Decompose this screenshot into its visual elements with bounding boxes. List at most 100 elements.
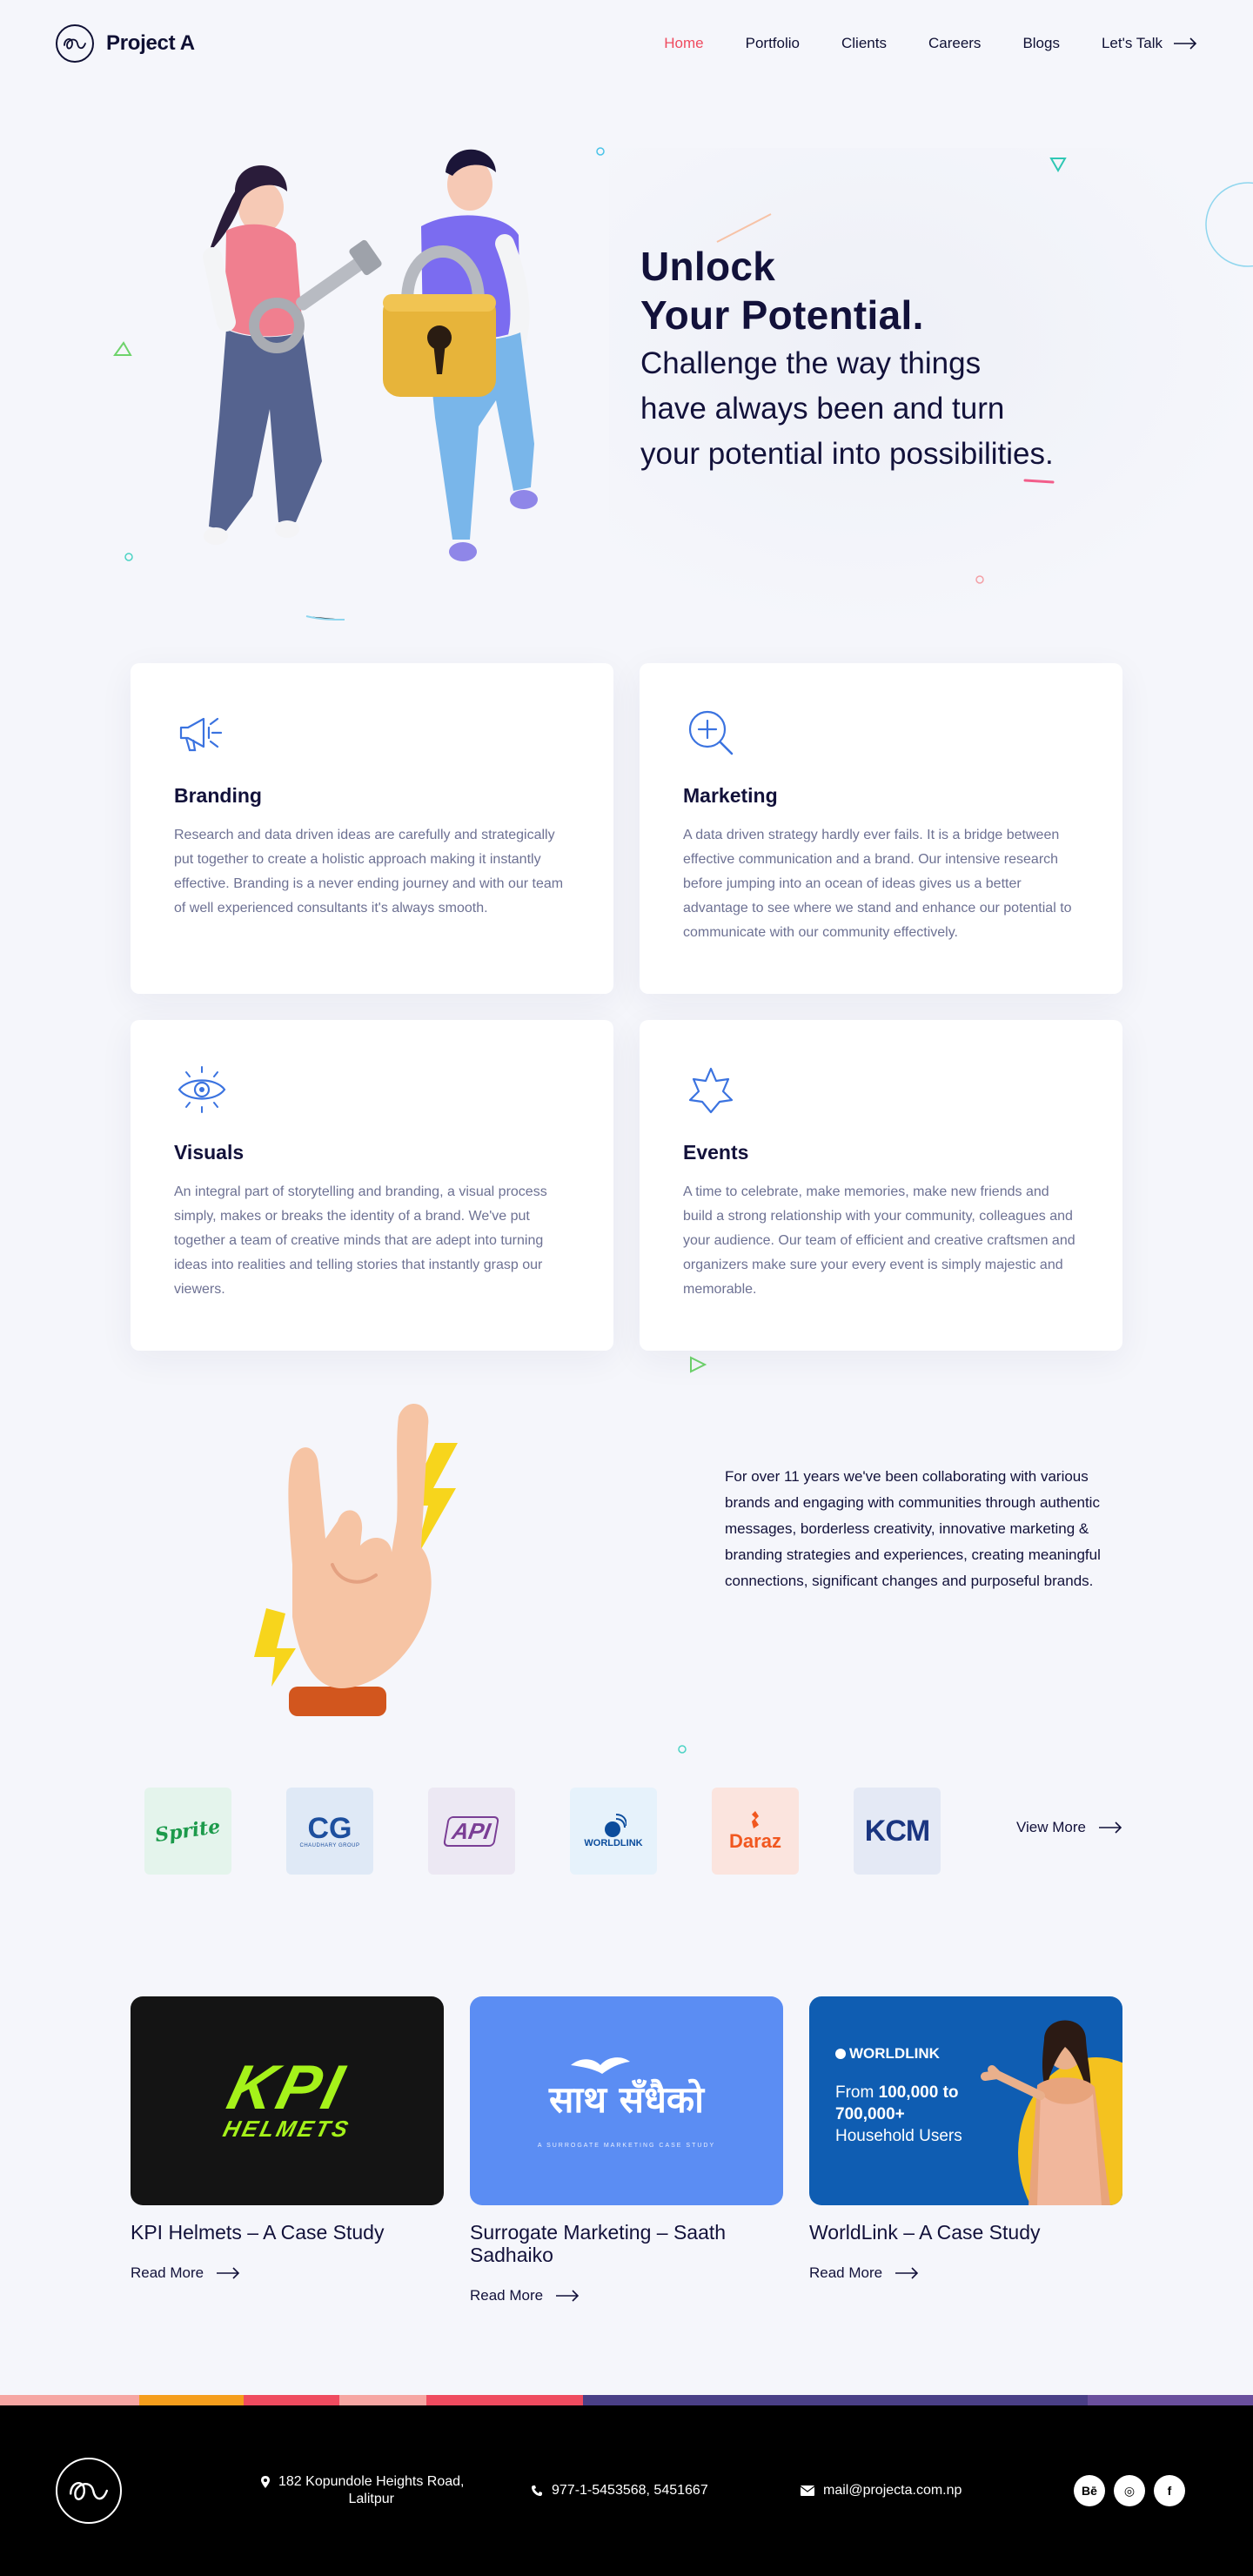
eye-icon [178, 1066, 226, 1113]
client-logo-text: WORLDLINK [584, 1838, 643, 1848]
decor-line-icon [1023, 479, 1055, 484]
facebook-icon[interactable]: f [1154, 2475, 1185, 2506]
promo-line-3: Household Users [835, 2127, 962, 2145]
footer-color-strip [0, 2395, 1253, 2405]
read-more-link[interactable]: Read More [131, 2264, 444, 2282]
decor-triangle-icon [690, 1356, 707, 1373]
behance-icon[interactable]: Bē [1074, 2475, 1105, 2506]
arrow-right-icon [895, 2267, 919, 2279]
main-nav: Home Portfolio Clients Careers Blogs Let… [664, 35, 1197, 52]
case-thumbnail[interactable]: KPI HELMETS [131, 1996, 444, 2205]
decor-line-icon [305, 615, 345, 621]
address-line-1: 182 Kopundole Heights Road, [278, 2474, 465, 2489]
promo-from: From [835, 2083, 874, 2102]
footer-logo-icon[interactable] [56, 2458, 122, 2524]
footer-address: 182 Kopundole Heights Road, Lalitpur [261, 2473, 465, 2508]
decor-triangle-icon [1049, 158, 1067, 173]
hero-title-line-2: Your Potential. [640, 292, 924, 338]
phone-icon [532, 2485, 542, 2496]
client-logo-worldlink[interactable]: WORLDLINK [570, 1788, 657, 1875]
nav-blogs[interactable]: Blogs [1022, 35, 1060, 52]
address-line-2: Lalitpur [348, 2492, 394, 2506]
strip-segment [0, 2395, 139, 2405]
client-logo-daraz[interactable]: Daraz [712, 1788, 799, 1875]
decor-circle-icon [975, 575, 984, 584]
client-logo-cg[interactable]: CG CHAUDHARY GROUP [286, 1788, 373, 1875]
nav-clients[interactable]: Clients [841, 35, 887, 52]
worldlink-dot-icon [835, 2049, 846, 2059]
site-footer: 182 Kopundole Heights Road, Lalitpur 977… [0, 2405, 1253, 2576]
view-more-link[interactable]: View More [1016, 1819, 1122, 1836]
about-text: For over 11 years we've been collaborati… [725, 1468, 1101, 1589]
nav-home[interactable]: Home [664, 35, 703, 52]
worldlink-brand-text: WORLDLINK [849, 2045, 940, 2062]
megaphone-icon [179, 717, 223, 752]
hero-subtitle: Challenge the way things have always bee… [640, 341, 1163, 477]
model-photo [981, 2020, 1110, 2205]
strip-segment [139, 2395, 244, 2405]
decor-triangle-icon [113, 341, 132, 356]
case-study-worldlink[interactable]: WORLDLINK From 100,000 to 700,000+ House… [809, 1996, 1122, 2304]
phone-text: 977-1-5453568, 5451667 [552, 2483, 708, 2498]
client-logo-text: KCM [864, 1814, 930, 1848]
promo-line-1: From 100,000 to [835, 2082, 962, 2103]
promo-from-number: 100,000 to [878, 2083, 959, 2102]
client-logo-text: Daraz [729, 1830, 781, 1852]
client-logo-subtext: CHAUDHARY GROUP [299, 1843, 360, 1848]
arrow-right-icon [556, 2290, 580, 2302]
daraz-bag-icon [752, 1811, 759, 1828]
hero-illustration [203, 149, 538, 561]
decor-ring-icon [1205, 182, 1253, 267]
site-header: Project A Home Portfolio Clients Careers… [0, 0, 1253, 87]
strip-segment [583, 2395, 1088, 2405]
decor-line-icon [716, 213, 772, 243]
case-title[interactable]: Surrogate Marketing – Saath Sadhaiko [470, 2221, 783, 2266]
star-icon [688, 1067, 734, 1114]
case-study-kpi[interactable]: KPI HELMETS KPI Helmets – A Case Study R… [131, 1996, 444, 2304]
lets-talk-label: Let's Talk [1101, 35, 1163, 51]
hero-subtitle-line-3: your potential into possibilities. [640, 437, 1054, 471]
decor-circle-icon [124, 553, 133, 561]
instagram-icon[interactable]: ◎ [1114, 2475, 1145, 2506]
hero-subtitle-line-2: have always been and turn [640, 392, 1005, 426]
read-more-link[interactable]: Read More [809, 2264, 1122, 2282]
case-title[interactable]: WorldLink – A Case Study [809, 2221, 1122, 2244]
case-studies: KPI HELMETS KPI Helmets – A Case Study R… [131, 1996, 1122, 2304]
service-description: A time to celebrate, make memories, make… [683, 1184, 1075, 1297]
case-study-saath-sadhaiko[interactable]: साथ सँधैको A SURROGATE MARKETING CASE ST… [470, 1996, 783, 2304]
case-thumbnail[interactable]: साथ सँधैको A SURROGATE MARKETING CASE ST… [470, 1996, 783, 2205]
address-text: 182 Kopundole Heights Road, Lalitpur [278, 2473, 465, 2508]
social-links: Bē ◎ f [1074, 2475, 1185, 2506]
worldlink-brand: WORLDLINK [835, 2045, 940, 2063]
client-logo-kcm[interactable]: KCM [854, 1788, 941, 1875]
decor-circle-icon [678, 1745, 687, 1754]
hero-subtitle-line-1: Challenge the way things [640, 346, 982, 380]
rock-hand-illustration [254, 1404, 458, 1716]
case-title[interactable]: KPI Helmets – A Case Study [131, 2221, 444, 2244]
arrow-right-icon [217, 2267, 240, 2279]
service-title: Marketing [683, 784, 778, 807]
services-grid: Branding Research and data driven ideas … [131, 663, 1122, 1351]
footer-email[interactable]: mail@projecta.com.np [801, 2482, 962, 2499]
location-pin-icon [261, 2476, 270, 2488]
nav-careers[interactable]: Careers [928, 35, 981, 52]
service-title: Events [683, 1141, 749, 1164]
nav-portfolio[interactable]: Portfolio [746, 35, 800, 52]
client-logo-api[interactable]: API [428, 1788, 515, 1875]
lets-talk-link[interactable]: Let's Talk [1102, 35, 1197, 52]
promo-line-2: 700,000+ [835, 2105, 905, 2123]
read-more-link[interactable]: Read More [470, 2287, 783, 2304]
email-text: mail@projecta.com.np [823, 2483, 962, 2498]
read-more-label: Read More [131, 2264, 204, 2281]
read-more-label: Read More [809, 2264, 883, 2281]
case-thumbnail[interactable]: WORLDLINK From 100,000 to 700,000+ House… [809, 1996, 1122, 2205]
footer-phone[interactable]: 977-1-5453568, 5451667 [531, 2482, 708, 2499]
read-more-label: Read More [470, 2287, 544, 2304]
clients-row: Sprite CG CHAUDHARY GROUP API WORLDLINK … [144, 1788, 1122, 1875]
hero-title-line-1: Unlock [640, 244, 776, 289]
client-logo-sprite[interactable]: Sprite [144, 1788, 231, 1875]
service-description: A data driven strategy hardly ever fails… [683, 828, 1072, 940]
brand[interactable]: Project A [56, 24, 195, 63]
strip-segment [244, 2395, 339, 2405]
strip-segment [339, 2395, 426, 2405]
